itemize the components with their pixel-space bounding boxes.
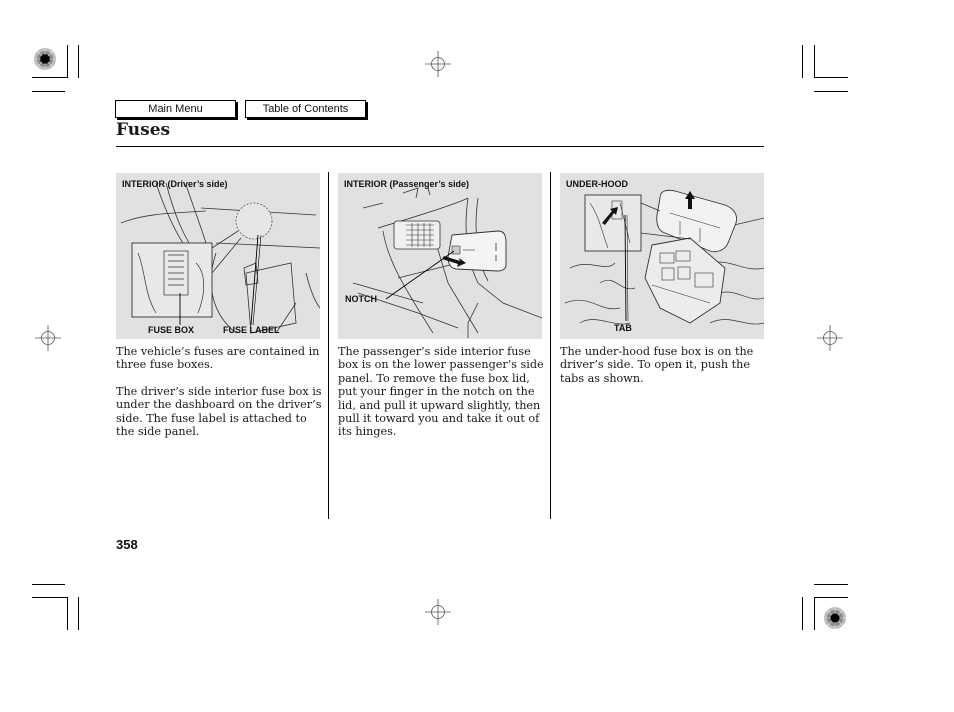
figure-heading: UNDER-HOOD bbox=[566, 179, 628, 189]
crop-mark bbox=[32, 77, 68, 78]
paragraph: The under-hood fuse box is on the driver… bbox=[560, 345, 754, 385]
figure-under-hood: UNDER-HOOD TAB bbox=[560, 173, 764, 339]
figure-driver-side: INTERIOR (Driver’s side) FUSE BOX FUSE L… bbox=[116, 173, 320, 339]
paragraph: The vehicle’s fuses are contained in thr… bbox=[116, 345, 320, 372]
column-text-driver: The vehicle’s fuses are contained in thr… bbox=[116, 345, 324, 451]
registration-target-icon bbox=[425, 599, 451, 625]
crop-mark bbox=[814, 597, 848, 598]
figure-passenger-side: INTERIOR (Passenger’s side) NOTCH bbox=[338, 173, 542, 339]
page-number: 358 bbox=[116, 537, 138, 552]
passenger-side-illustration bbox=[352, 187, 542, 338]
crop-mark bbox=[814, 77, 848, 78]
column-text-passenger: The passenger’s side interior fuse box i… bbox=[338, 345, 546, 452]
main-menu-button[interactable]: Main Menu bbox=[115, 100, 236, 118]
paragraph: The driver’s side interior fuse box is u… bbox=[116, 384, 322, 439]
figure-heading: INTERIOR (Driver’s side) bbox=[122, 179, 228, 189]
column-divider bbox=[550, 172, 551, 519]
column-text-under-hood: The under-hood fuse box is on the driver… bbox=[560, 345, 768, 398]
crop-mark bbox=[32, 91, 65, 92]
registration-target-icon bbox=[425, 51, 451, 77]
callout-fuse-label: FUSE LABEL bbox=[223, 325, 280, 335]
title-divider bbox=[116, 146, 764, 147]
figure-heading: INTERIOR (Passenger’s side) bbox=[344, 179, 470, 189]
crop-mark bbox=[67, 597, 68, 630]
callout-fuse-box: FUSE BOX bbox=[148, 325, 195, 335]
color-dot-icon bbox=[34, 48, 56, 70]
registration-target-icon bbox=[35, 325, 61, 351]
crop-mark bbox=[67, 45, 68, 78]
crop-mark bbox=[802, 45, 803, 78]
crop-mark bbox=[78, 45, 79, 78]
callout-notch: NOTCH bbox=[345, 294, 377, 304]
column-divider bbox=[328, 172, 329, 519]
crop-mark bbox=[802, 597, 803, 630]
crop-mark bbox=[32, 584, 65, 585]
crop-mark bbox=[32, 597, 68, 598]
crop-mark bbox=[78, 597, 79, 630]
paragraph: The passenger’s side interior fuse box i… bbox=[338, 345, 544, 439]
driver-side-illustration bbox=[120, 182, 320, 334]
page-title: Fuses bbox=[116, 120, 171, 140]
crop-mark bbox=[814, 91, 848, 92]
crop-mark bbox=[814, 597, 815, 630]
registration-target-icon bbox=[817, 325, 843, 351]
color-dot-icon bbox=[824, 607, 846, 629]
callout-tab: TAB bbox=[614, 323, 632, 333]
under-hood-illustration bbox=[564, 189, 764, 325]
crop-mark bbox=[814, 45, 815, 78]
crop-mark bbox=[814, 584, 848, 585]
table-of-contents-button[interactable]: Table of Contents bbox=[245, 100, 366, 118]
